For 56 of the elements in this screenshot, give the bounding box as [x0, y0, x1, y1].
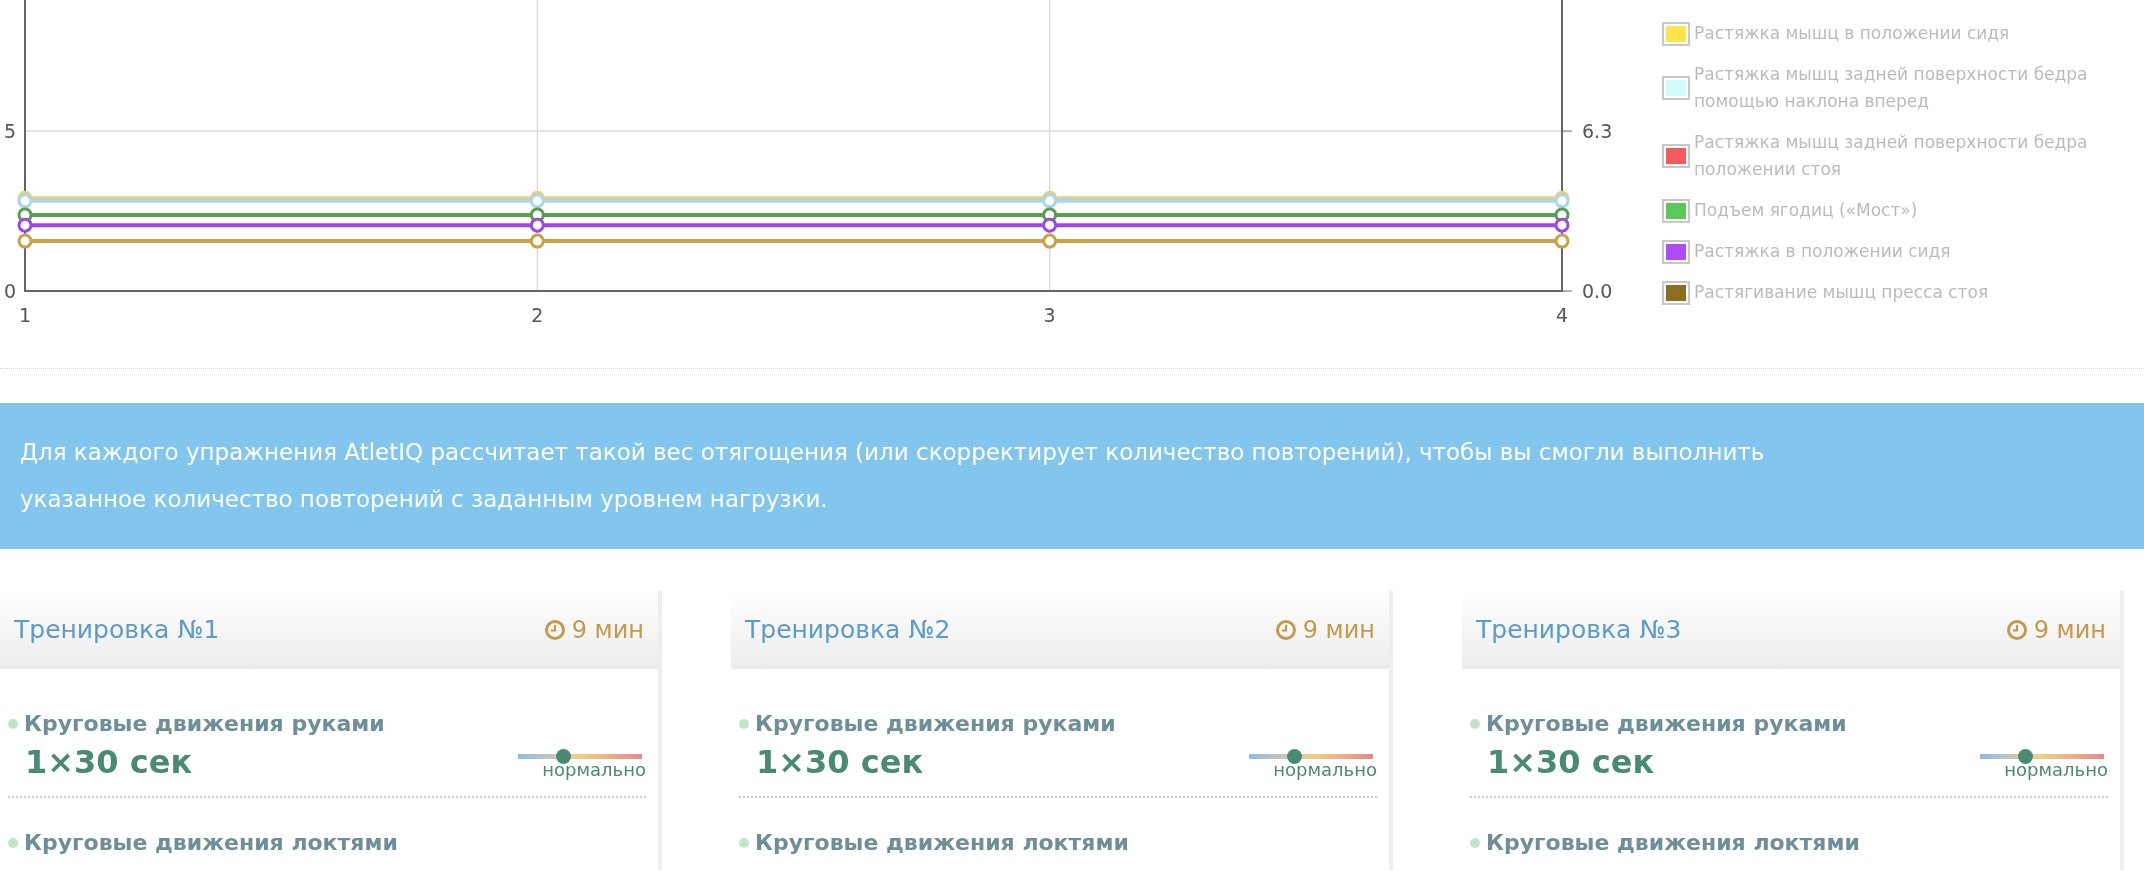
duration-text: 9 мин	[2033, 615, 2106, 646]
exercise-name: Круговые движения локтями	[1486, 829, 1860, 857]
exercise-name: Круговые движения руками	[755, 710, 1116, 738]
workout-title[interactable]: Тренировка №3	[1476, 611, 1682, 649]
intensity-label: нормально	[2004, 759, 2108, 781]
tick-mark	[1561, 290, 1573, 292]
intensity-label: нормально	[1273, 759, 1377, 781]
duration-text: 9 мин	[1302, 615, 1375, 646]
axis-label: 3	[1043, 304, 1056, 326]
exercise-name: Круговые движения локтями	[24, 829, 398, 857]
data-point	[1042, 207, 1058, 223]
exercise-name: Круговые движения руками	[1486, 710, 1847, 738]
exercise-amount: 1×30 сек	[1487, 742, 1655, 783]
legend-swatch	[1662, 76, 1690, 100]
data-point	[17, 217, 33, 233]
intensity-label: нормально	[542, 759, 646, 781]
data-point	[1042, 217, 1058, 233]
clock-icon	[2005, 619, 2028, 641]
data-point	[1554, 233, 1570, 249]
info-banner: Для каждого упражнения AtletIQ рассчитает такой вес отягощения (или скорректирует количество повторений), чтобы вы смогли выполнить указанное количество повторений с заданным уровнем нагрузки.	[0, 403, 2144, 549]
clock-icon	[1274, 619, 1297, 641]
legend-label: Растягивание мышц пресса стоя	[1694, 281, 1989, 304]
axis-label: 1	[18, 304, 32, 326]
data-point	[529, 207, 545, 223]
exercise-name: Круговые движения локтями	[755, 829, 1129, 857]
exercise-amount: 1×30 сек	[756, 742, 924, 783]
axis-label: 4	[1555, 304, 1569, 326]
data-point	[529, 233, 545, 249]
exercise-name: Круговые движения руками	[24, 710, 385, 738]
workout-title[interactable]: Тренировка №2	[745, 611, 951, 649]
axis-label: 0	[3, 280, 17, 302]
legend-swatch	[1662, 280, 1690, 305]
data-point	[17, 207, 33, 223]
legend-label: Растяжка мышц задней поверхности бедра помощью наклона вперед	[1694, 63, 2088, 113]
duration-text: 9 мин	[571, 615, 644, 646]
axis-label: 0.0	[1582, 280, 1613, 302]
tick-mark	[1561, 130, 1573, 132]
legend-swatch	[1662, 239, 1690, 264]
axis-label: 5	[3, 120, 17, 143]
data-point	[1554, 217, 1570, 233]
data-point	[1554, 207, 1570, 223]
axis-label: 6.3	[1582, 120, 1613, 143]
workout-title[interactable]: Тренировка №1	[14, 611, 220, 649]
legend-label: Подъем ягодиц («Мост»)	[1694, 199, 1918, 222]
data-point	[529, 217, 545, 233]
legend-swatch	[1662, 144, 1690, 168]
legend-label: Растяжка мышц в положении сидя	[1694, 22, 2010, 45]
axis-label: 2	[531, 304, 544, 326]
data-point	[17, 233, 33, 249]
clock-icon	[543, 619, 566, 641]
exercise-amount: 1×30 сек	[25, 742, 193, 783]
legend-swatch	[1662, 198, 1690, 223]
legend-label: Растяжка в положении сидя	[1694, 240, 1951, 263]
data-point	[1042, 233, 1058, 249]
legend-swatch	[1662, 21, 1690, 46]
legend-label: Растяжка мышц задней поверхности бедра положении стоя	[1694, 131, 2088, 181]
